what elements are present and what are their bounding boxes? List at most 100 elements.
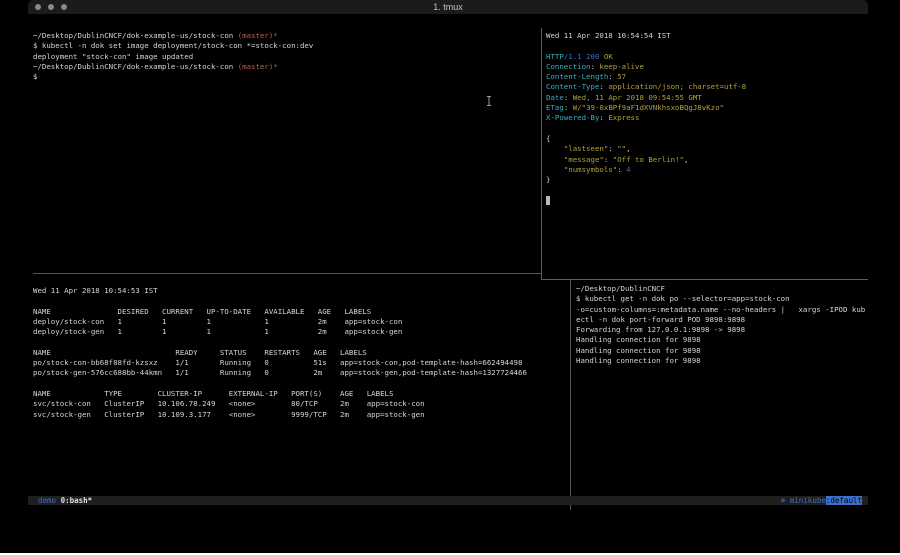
terminal-line: svc/stock-con ClusterIP 10.106.78.249 <n…	[33, 399, 570, 409]
terminal-line: $ kubectl -n dok set image deployment/st…	[33, 41, 541, 51]
terminal-line: ~/Desktop/DublinCNCF/dok-example-us/stoc…	[33, 31, 541, 41]
window-list-item-bash[interactable]: 0:bash*	[56, 496, 92, 505]
terminal-text-segment: :	[564, 93, 573, 102]
terminal-text-segment: ETag	[546, 103, 564, 112]
terminal-line: -o=custom-columns=:metadata.name --no-he…	[576, 305, 868, 315]
terminal-line: "message": "Off to Berlin!",	[546, 155, 868, 165]
terminal-line: po/stock-gen-576cc688bb-44kmn 1/1 Runnin…	[33, 368, 570, 378]
terminal-line: deploy/stock-con 1 1 1 1 2m app=stock-co…	[33, 317, 570, 327]
terminal-text-segment: 57	[617, 72, 626, 81]
terminal-text-segment: ,	[626, 144, 630, 153]
terminal-line: X-Powered-By: Express	[546, 113, 868, 123]
terminal-text-segment: :	[617, 165, 626, 174]
terminal-line: "lastseen": "",	[546, 144, 868, 154]
terminal-line: svc/stock-gen ClusterIP 10.109.3.177 <no…	[33, 410, 570, 420]
terminal-text-segment: Connection	[546, 62, 591, 71]
terminal-line: Forwarding from 127.0.0.1:9898 -> 9898	[576, 325, 868, 335]
terminal-line	[546, 196, 868, 206]
terminal-text-segment: Content-Length	[546, 72, 608, 81]
terminal-text-segment: po/stock-gen-576cc688bb-44kmn 1/1 Runnin…	[33, 368, 527, 377]
terminal-line: Handling connection for 9898	[576, 356, 868, 366]
terminal-text-segment: ~/Desktop/DublinCNCF/dok-example-us/stoc…	[33, 62, 238, 71]
terminal-line: $ kubectl get -n dok po --selector=app=s…	[576, 294, 868, 304]
kube-context: minikube	[785, 496, 826, 505]
terminal-line: NAME READY STATUS RESTARTS AGE LABELS	[33, 348, 570, 358]
terminal-line: Content-Length: 57	[546, 72, 868, 82]
terminal-text-segment: "lastseen"	[564, 144, 609, 153]
terminal-text-segment: "message"	[564, 155, 604, 164]
terminal-text-segment: Handling connection for 9898	[576, 346, 701, 355]
terminal-text-segment: (master)*	[238, 31, 278, 40]
terminal-line: Wed 11 Apr 2018 10:54:53 IST	[33, 286, 570, 296]
terminal-text-segment: "numsymbols"	[564, 165, 617, 174]
terminal-text-segment: po/stock-con-bb68f88fd-kzsxz 1/1 Running…	[33, 358, 522, 367]
pane-bottom-left-kubectl-watch[interactable]: Wed 11 Apr 2018 10:54:53 IST NAME DESIRE…	[28, 274, 570, 510]
terminal-text-segment	[546, 165, 564, 174]
terminal-line: Handling connection for 9898	[576, 335, 868, 345]
terminal-text-segment: ~/Desktop/DublinCNCF/dok-example-us/stoc…	[33, 31, 238, 40]
terminal-text-segment: keep-alive	[599, 62, 644, 71]
terminal-text-segment: (master)*	[238, 62, 278, 71]
terminal-text-segment: Wed, 11 Apr 2018 09:54:55 GMT	[573, 93, 702, 102]
pane-bottom-right-port-forward[interactable]: ~/Desktop/DublinCNCF$ kubectl get -n dok…	[571, 280, 868, 510]
terminal-line	[33, 337, 570, 347]
session-name: demo	[38, 496, 56, 505]
terminal-line: NAME TYPE CLUSTER-IP EXTERNAL-IP PORT(S)…	[33, 389, 570, 399]
terminal-text-segment: 4	[626, 165, 630, 174]
terminal-text-segment: svc/stock-gen ClusterIP 10.109.3.177 <no…	[33, 410, 425, 419]
terminal-text-segment: deploy/stock-con 1 1 1 1 2m app=stock-co…	[33, 317, 402, 326]
terminal-text-segment: Wed 11 Apr 2018 10:54:53 IST	[33, 286, 158, 295]
terminal-line	[546, 185, 868, 195]
window-titlebar[interactable]: 1. tmux	[28, 0, 868, 14]
pane-top-right-http-watch[interactable]: Wed 11 Apr 2018 10:54:54 IST HTTP/1.1 20…	[542, 28, 868, 279]
pane-divider-horizontal-inactive[interactable]	[33, 273, 541, 274]
pane-divider-vertical-inactive[interactable]	[570, 280, 571, 510]
terminal-text-segment: Forwarding from 127.0.0.1:9898 -> 9898	[576, 325, 745, 334]
terminal-text-segment: {	[546, 134, 550, 143]
terminal-text-segment	[546, 155, 564, 164]
terminal-text-segment: ~/Desktop/DublinCNCF	[576, 284, 665, 293]
terminal-text-segment: Date	[546, 93, 564, 102]
terminal-line: HTTP/1.1 200 OK	[546, 52, 868, 62]
terminal-text-segment: :	[608, 144, 617, 153]
terminal-text-segment: $ kubectl get -n dok po --selector=app=s…	[576, 294, 790, 303]
terminal-text-segment: OK	[599, 52, 612, 61]
terminal-text-segment: }	[546, 175, 550, 184]
terminal-line	[546, 41, 868, 51]
terminal-text-segment: Handling connection for 9898	[576, 335, 701, 344]
terminal-text-segment: Handling connection for 9898	[576, 356, 701, 365]
pane-divider-vertical-active[interactable]	[541, 28, 542, 280]
terminal-text-segment: deploy/stock-gen 1 1 1 1 2m app=stock-ge…	[33, 327, 402, 336]
terminal-line: Content-Type: application/json; charset=…	[546, 82, 868, 92]
terminal-line: ectl -n dok port-forward POD 9898:9898	[576, 315, 868, 325]
terminal-line: deploy/stock-gen 1 1 1 1 2m app=stock-ge…	[33, 327, 570, 337]
terminal-text-segment: application/json; charset=utf-8	[608, 82, 746, 91]
terminal-text-segment: :	[604, 155, 613, 164]
terminal-line: ETag: W/"39-0xBPf9aF1dXVNkhsxoBQgJ8vKzo"	[546, 103, 868, 113]
pane-divider-horizontal-active[interactable]	[541, 279, 868, 280]
terminal-text-segment: X-Powered-By	[546, 113, 599, 122]
terminal-text-segment: :	[564, 103, 573, 112]
terminal-window: 1. tmux ~/Desktop/DublinCNCF/dok-example…	[28, 0, 868, 505]
terminal-text-segment: ,	[684, 155, 688, 164]
status-left: demo 0:bash*	[38, 496, 92, 505]
terminal-text-segment: :	[608, 72, 617, 81]
terminal-text-segment	[546, 144, 564, 153]
terminal-line: "numsymbols": 4	[546, 165, 868, 175]
window-title: 1. tmux	[28, 0, 868, 14]
mouse-ibeam-cursor	[486, 91, 492, 101]
terminal-text-segment: /1.1 200	[564, 52, 600, 61]
terminal-text-segment: :	[599, 113, 608, 122]
terminal-line: Date: Wed, 11 Apr 2018 09:54:55 GMT	[546, 93, 868, 103]
terminal-line: po/stock-con-bb68f88fd-kzsxz 1/1 Running…	[33, 358, 570, 368]
terminal-text-segment: svc/stock-con ClusterIP 10.106.78.249 <n…	[33, 399, 425, 408]
terminal-text-segment: -o=custom-columns=:metadata.name --no-he…	[576, 305, 865, 314]
terminal-line: Wed 11 Apr 2018 10:54:54 IST	[546, 31, 868, 41]
terminal-line	[33, 296, 570, 306]
terminal-text-segment: NAME READY STATUS RESTARTS AGE LABELS	[33, 348, 367, 357]
terminal-line: Handling connection for 9898	[576, 346, 868, 356]
pane-top-left-shell[interactable]: ~/Desktop/DublinCNCF/dok-example-us/stoc…	[28, 28, 541, 273]
terminal-text-segment: ectl -n dok port-forward POD 9898:9898	[576, 315, 745, 324]
terminal-text-segment: HTTP	[546, 52, 564, 61]
terminal-text-segment: $ kubectl -n dok set image deployment/st…	[33, 41, 313, 50]
